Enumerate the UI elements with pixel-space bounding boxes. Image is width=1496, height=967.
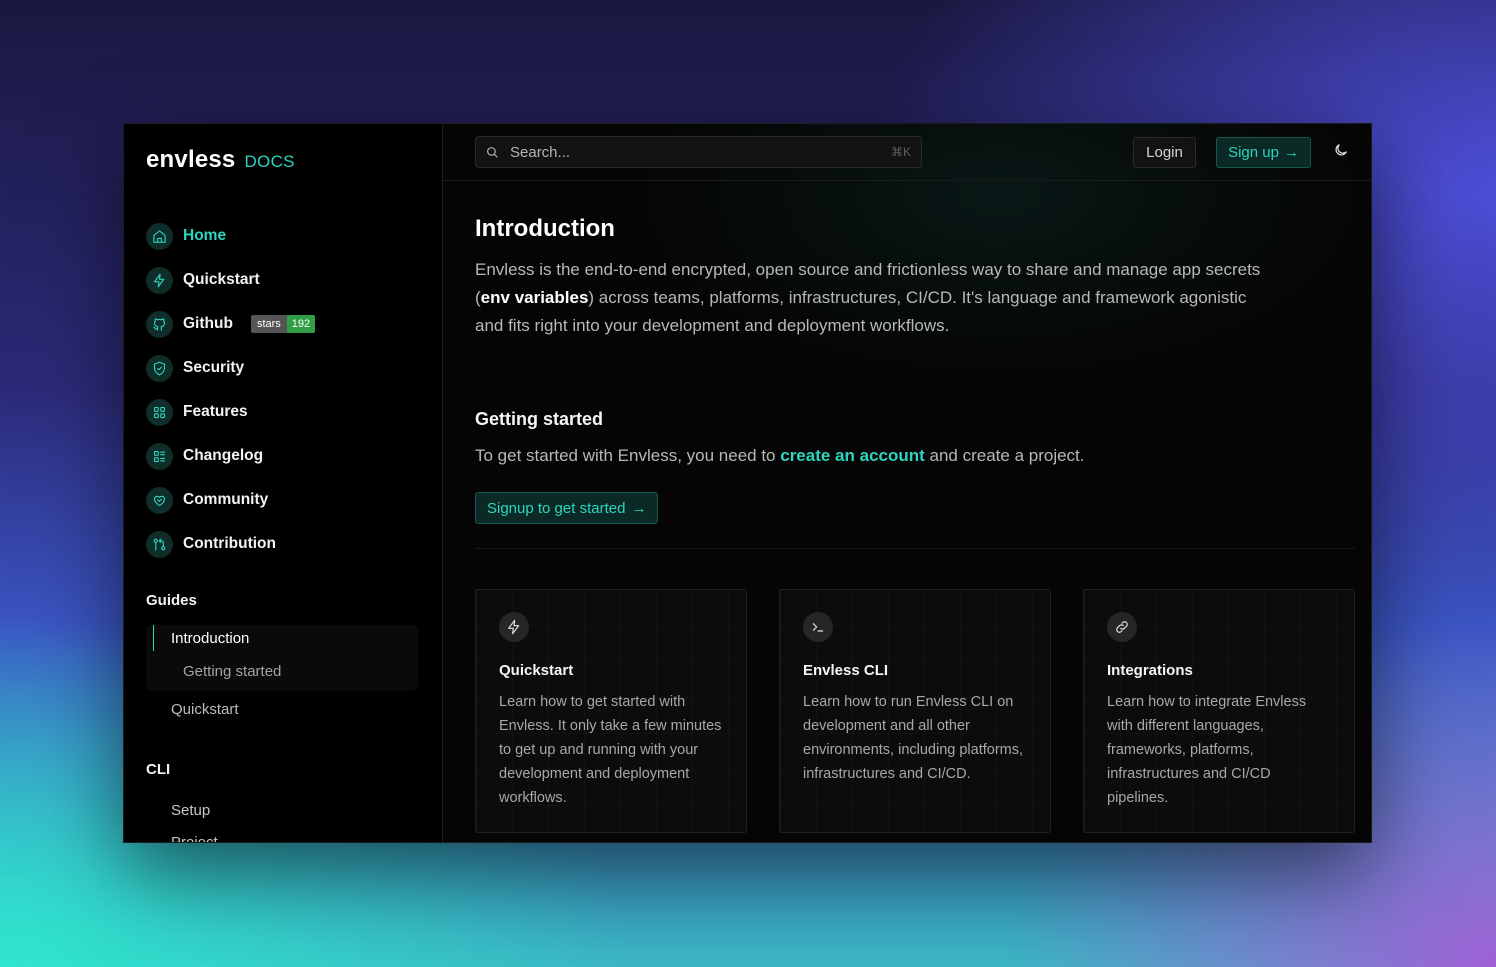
intro-text-2: ) across teams, platforms, infrastructur… <box>475 288 1247 335</box>
logo[interactable]: envless DOCS <box>146 146 442 174</box>
topbar: Search... ⌘K Login Sign up → <box>443 124 1371 181</box>
active-guide-group: Introduction Getting started <box>146 625 418 691</box>
guide-item-quickstart[interactable]: Quickstart <box>146 693 418 725</box>
terminal-icon <box>803 612 833 642</box>
search-input[interactable]: Search... ⌘K <box>475 136 922 168</box>
main-content: Search... ⌘K Login Sign up → Introductio… <box>443 124 1371 842</box>
getting-started-paragraph: To get started with Envless, you need to… <box>475 444 1355 468</box>
card-description: Learn how to integrate Envless with diff… <box>1107 694 1307 806</box>
nav-item-security[interactable]: Security <box>146 346 442 390</box>
intro-paragraph: Envless is the end-to-end encrypted, ope… <box>475 256 1275 340</box>
git-pull-icon <box>146 530 173 558</box>
card-envless-cli[interactable]: Envless CLI Learn how to run Envless CLI… <box>779 589 1051 833</box>
card-grid: Quickstart Learn how to get started with… <box>475 589 1355 833</box>
page-title: Introduction <box>475 215 615 242</box>
getting-started-text-2: and create a project. <box>924 446 1085 465</box>
logo-docs-label: DOCS <box>244 152 295 171</box>
search-placeholder: Search... <box>510 143 571 161</box>
main-nav: Home Quickstart Github stars 192 Securit… <box>146 214 442 566</box>
nav-item-features[interactable]: Features <box>146 390 442 434</box>
grid-icon <box>146 398 173 426</box>
link-icon <box>1107 612 1137 642</box>
shield-icon <box>146 354 173 382</box>
cli-list: Setup Project <box>146 794 418 843</box>
signup-cta-button[interactable]: Signup to get started → <box>475 492 659 524</box>
login-button[interactable]: Login <box>1133 137 1196 168</box>
cta-label: Signup to get started <box>487 499 626 517</box>
nav-label: Github <box>183 315 233 332</box>
nav-label: Changelog <box>183 447 264 464</box>
guides-list: Introduction Getting started Quickstart <box>146 625 418 725</box>
moon-icon <box>1335 144 1347 156</box>
cli-item-project[interactable]: Project <box>146 826 418 843</box>
github-icon <box>146 310 173 338</box>
theme-toggle-button[interactable] <box>1333 142 1353 162</box>
getting-started-text-1: To get started with Envless, you need to <box>475 446 781 465</box>
home-icon <box>146 222 173 250</box>
nav-item-changelog[interactable]: Changelog <box>146 434 442 478</box>
signup-button[interactable]: Sign up → <box>1216 137 1311 168</box>
sidebar: envless DOCS Home Quickstart Github star… <box>124 124 443 842</box>
search-shortcut: ⌘K <box>890 145 911 159</box>
nav-item-community[interactable]: Community <box>146 478 442 522</box>
bolt-icon <box>146 266 173 294</box>
search-icon <box>487 146 498 158</box>
heart-icon <box>146 486 173 514</box>
arrow-right-icon: → <box>631 499 647 517</box>
app-window: envless DOCS Home Quickstart Github star… <box>123 123 1372 843</box>
nav-item-contribution[interactable]: Contribution <box>146 522 442 566</box>
article: Introduction Envless is the end-to-end e… <box>475 215 1355 833</box>
guides-section-title: Guides <box>146 592 197 609</box>
badge-count: 192 <box>286 315 316 333</box>
card-title: Integrations <box>1107 662 1193 679</box>
intro-emphasis: env variables <box>480 288 589 307</box>
nav-label: Quickstart <box>183 271 260 288</box>
arrow-right-icon: → <box>1283 144 1299 161</box>
list-icon <box>146 442 173 470</box>
card-title: Envless CLI <box>803 662 889 679</box>
nav-item-quickstart[interactable]: Quickstart <box>146 258 442 302</box>
cli-item-setup[interactable]: Setup <box>146 794 418 826</box>
logo-text: envless <box>146 146 236 173</box>
nav-item-github[interactable]: Github stars 192 <box>146 302 442 346</box>
nav-label: Features <box>183 403 248 420</box>
card-description: Learn how to get started with Envless. I… <box>499 694 722 806</box>
create-account-link[interactable]: create an account <box>780 446 925 465</box>
nav-label: Community <box>183 491 269 508</box>
github-stars-badge[interactable]: stars 192 <box>250 315 316 333</box>
signup-label: Sign up <box>1228 144 1279 161</box>
divider <box>475 548 1355 549</box>
badge-label: stars <box>250 315 287 333</box>
section-title-getting-started: Getting started <box>475 409 604 429</box>
cli-section-title: CLI <box>146 761 171 778</box>
nav-label: Home <box>183 227 227 244</box>
nav-label: Security <box>183 359 245 376</box>
guide-item-getting-started[interactable]: Getting started <box>146 655 418 687</box>
bolt-icon <box>499 612 529 642</box>
card-integrations[interactable]: Integrations Learn how to integrate Envl… <box>1083 589 1355 833</box>
nav-item-home[interactable]: Home <box>146 214 442 258</box>
guide-item-introduction[interactable]: Introduction <box>153 625 418 651</box>
card-description: Learn how to run Envless CLI on developm… <box>803 694 1024 782</box>
nav-label: Contribution <box>183 535 276 552</box>
card-title: Quickstart <box>499 662 574 679</box>
card-quickstart[interactable]: Quickstart Learn how to get started with… <box>475 589 747 833</box>
